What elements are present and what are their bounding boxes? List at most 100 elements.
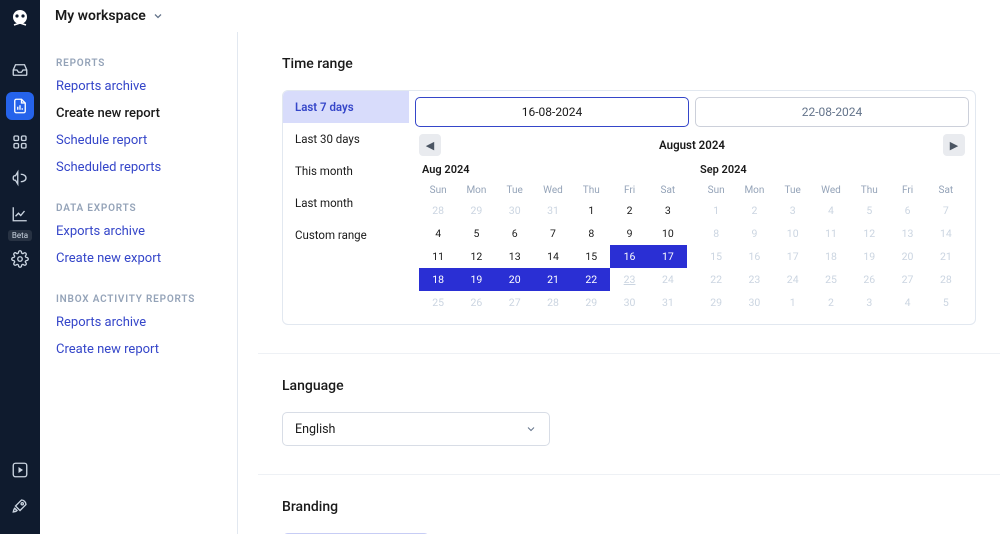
end-date-input[interactable]: 22-08-2024 bbox=[695, 97, 969, 127]
calendar-day[interactable]: 1 bbox=[774, 291, 812, 314]
calendar-day[interactable]: 31 bbox=[649, 291, 687, 314]
calendar-day[interactable]: 12 bbox=[850, 222, 888, 245]
calendar-day[interactable]: 7 bbox=[534, 222, 572, 245]
preset-item[interactable]: Last 30 days bbox=[283, 123, 409, 155]
calendar-day[interactable]: 22 bbox=[697, 268, 735, 291]
calendar-day[interactable]: 25 bbox=[812, 268, 850, 291]
calendar-day[interactable]: 29 bbox=[457, 199, 495, 222]
sidebar-link[interactable]: Schedule report bbox=[56, 133, 237, 148]
calendar-day[interactable]: 17 bbox=[649, 245, 687, 268]
calendar-day[interactable]: 26 bbox=[850, 268, 888, 291]
calendar-day[interactable]: 28 bbox=[419, 199, 457, 222]
calendar-day[interactable]: 6 bbox=[888, 199, 926, 222]
play-icon[interactable] bbox=[6, 456, 34, 484]
sidebar-link[interactable]: Reports archive bbox=[56, 315, 237, 330]
start-date-input[interactable]: 16-08-2024 bbox=[415, 97, 689, 127]
calendar-day[interactable]: 14 bbox=[927, 222, 965, 245]
calendar-day[interactable]: 19 bbox=[850, 245, 888, 268]
calendar-day[interactable]: 24 bbox=[774, 268, 812, 291]
calendar-day[interactable]: 24 bbox=[649, 268, 687, 291]
calendar-day[interactable]: 23 bbox=[610, 268, 648, 291]
preset-item[interactable]: This month bbox=[283, 155, 409, 187]
apps-icon[interactable] bbox=[6, 128, 34, 156]
calendar-day[interactable]: 28 bbox=[534, 291, 572, 314]
rocket-icon[interactable] bbox=[6, 492, 34, 520]
calendar-day[interactable]: 11 bbox=[419, 245, 457, 268]
calendar-day[interactable]: 18 bbox=[812, 245, 850, 268]
analytics-icon[interactable] bbox=[6, 200, 34, 228]
calendar-day[interactable]: 5 bbox=[457, 222, 495, 245]
calendar-day[interactable]: 30 bbox=[610, 291, 648, 314]
preset-item[interactable]: Last month bbox=[283, 187, 409, 219]
calendar-day[interactable]: 22 bbox=[572, 268, 610, 291]
calendar-day[interactable]: 31 bbox=[534, 199, 572, 222]
language-select[interactable]: English bbox=[282, 412, 550, 446]
calendar-day[interactable]: 28 bbox=[927, 268, 965, 291]
calendar-day[interactable]: 4 bbox=[888, 291, 926, 314]
calendar-day[interactable]: 8 bbox=[572, 222, 610, 245]
calendar-day[interactable]: 30 bbox=[735, 291, 773, 314]
reports-icon[interactable] bbox=[6, 92, 34, 120]
calendar-day[interactable]: 12 bbox=[457, 245, 495, 268]
inbox-icon[interactable] bbox=[6, 56, 34, 84]
calendar-day[interactable]: 30 bbox=[496, 199, 534, 222]
calendar-day[interactable]: 1 bbox=[572, 199, 610, 222]
calendar-day[interactable]: 27 bbox=[888, 268, 926, 291]
calendar-day[interactable]: 1 bbox=[697, 199, 735, 222]
calendar-day[interactable]: 16 bbox=[610, 245, 648, 268]
calendar-day[interactable]: 9 bbox=[735, 222, 773, 245]
calendar-day[interactable]: 2 bbox=[735, 199, 773, 222]
calendar-day[interactable]: 3 bbox=[850, 291, 888, 314]
calendar-day[interactable]: 8 bbox=[697, 222, 735, 245]
calendar-day[interactable]: 23 bbox=[735, 268, 773, 291]
calendar-day[interactable]: 5 bbox=[927, 291, 965, 314]
sidebar-link[interactable]: Create new export bbox=[56, 251, 237, 266]
calendar-day[interactable]: 3 bbox=[774, 199, 812, 222]
calendar-day[interactable]: 3 bbox=[649, 199, 687, 222]
next-month-button[interactable]: ▶ bbox=[943, 134, 965, 156]
app-logo bbox=[7, 6, 33, 32]
calendar-day[interactable]: 16 bbox=[735, 245, 773, 268]
calendar-day[interactable]: 29 bbox=[697, 291, 735, 314]
calendar-day[interactable]: 6 bbox=[496, 222, 534, 245]
sidebar-link[interactable]: Exports archive bbox=[56, 224, 237, 239]
preset-item[interactable]: Custom range bbox=[283, 219, 409, 251]
settings-icon[interactable] bbox=[6, 245, 34, 273]
calendar-day[interactable]: 27 bbox=[496, 291, 534, 314]
calendar-day[interactable]: 15 bbox=[572, 245, 610, 268]
calendar-day[interactable]: 19 bbox=[457, 268, 495, 291]
calendar-day[interactable]: 20 bbox=[888, 245, 926, 268]
prev-month-button[interactable]: ◀ bbox=[419, 134, 441, 156]
calendar-day[interactable]: 13 bbox=[888, 222, 926, 245]
main-content: Time range Last 7 daysLast 30 daysThis m… bbox=[258, 32, 1000, 534]
calendar-day[interactable]: 20 bbox=[496, 268, 534, 291]
calendar-day[interactable]: 4 bbox=[419, 222, 457, 245]
calendar-day[interactable]: 10 bbox=[649, 222, 687, 245]
calendar-day[interactable]: 2 bbox=[610, 199, 648, 222]
calendar-day[interactable]: 21 bbox=[534, 268, 572, 291]
calendar-day[interactable]: 10 bbox=[774, 222, 812, 245]
sidebar-link[interactable]: Create new report bbox=[56, 106, 237, 121]
megaphone-icon[interactable] bbox=[6, 164, 34, 192]
calendar-day[interactable]: 26 bbox=[457, 291, 495, 314]
chevron-down-icon[interactable] bbox=[152, 7, 164, 26]
sidebar-link[interactable]: Scheduled reports bbox=[56, 160, 237, 175]
calendar-day[interactable]: 29 bbox=[572, 291, 610, 314]
calendar-day[interactable]: 9 bbox=[610, 222, 648, 245]
preset-item[interactable]: Last 7 days bbox=[283, 91, 409, 123]
calendar-day[interactable]: 2 bbox=[812, 291, 850, 314]
calendar-day[interactable]: 13 bbox=[496, 245, 534, 268]
calendar-day[interactable]: 7 bbox=[927, 199, 965, 222]
sidebar-link[interactable]: Reports archive bbox=[56, 79, 237, 94]
calendar-day[interactable]: 4 bbox=[812, 199, 850, 222]
calendar-day[interactable]: 25 bbox=[419, 291, 457, 314]
calendar-day[interactable]: 18 bbox=[419, 268, 457, 291]
right-month: Sep 2024SunMonTueWedThuFriSat12345678910… bbox=[697, 163, 965, 314]
calendar-day[interactable]: 14 bbox=[534, 245, 572, 268]
calendar-day[interactable]: 5 bbox=[850, 199, 888, 222]
calendar-day[interactable]: 11 bbox=[812, 222, 850, 245]
sidebar-link[interactable]: Create new report bbox=[56, 342, 237, 357]
calendar-day[interactable]: 21 bbox=[927, 245, 965, 268]
calendar-day[interactable]: 15 bbox=[697, 245, 735, 268]
calendar-day[interactable]: 17 bbox=[774, 245, 812, 268]
